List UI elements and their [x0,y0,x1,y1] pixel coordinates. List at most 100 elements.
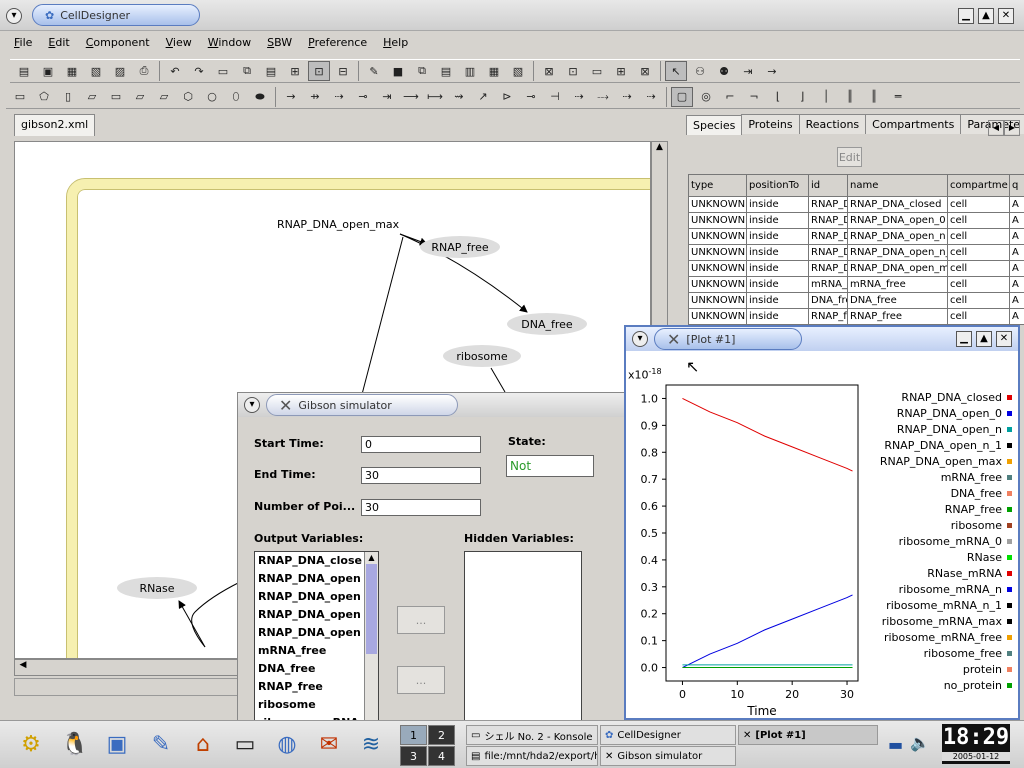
species-rnase[interactable]: RNase [117,577,197,599]
table-cell[interactable]: UNKNOWN [688,244,747,261]
task-plot[interactable]: ✕ [Plot #1] [738,725,878,745]
table-cell[interactable]: UNKNOWN [688,228,747,245]
cut-icon[interactable]: ▭ [212,61,234,81]
print-icon[interactable]: ⎙ [133,61,155,81]
list-item[interactable]: RNAP_DNA_open [255,588,378,606]
close-button[interactable]: ✕ [998,8,1014,24]
column-header-q[interactable]: q [1009,174,1024,197]
list-item[interactable]: RNAP_DNA_close [255,552,378,570]
main-titlebar[interactable]: ▾ ✿ CellDesigner ▁ ▲ ✕ [0,0,1024,31]
inhibition-icon[interactable]: ⊣ [544,87,566,107]
table-cell[interactable]: A [1009,196,1024,213]
square-shape-icon[interactable]: ▢ [671,86,693,107]
table-row[interactable]: UNKNOWN inside RNAP_D RNAP_DNA_open_n cell A [688,228,1024,245]
ion-shape-icon[interactable]: ○ [201,87,223,107]
window-menu-button[interactable]: ▾ [244,397,260,413]
tab-compartments[interactable]: Compartments [865,114,962,134]
export-icon[interactable]: ▨ [109,61,131,81]
gibson-titlebar[interactable]: ▾ ✕ Gibson simulator [238,393,638,417]
table-cell[interactable]: RNAP_D [808,196,848,213]
x-compartment-icon[interactable]: ⊠ [634,61,656,81]
menu-preference[interactable]: Preference [300,36,375,49]
vline-2-icon[interactable]: ║ [839,87,861,107]
minimize-button[interactable]: ▁ [958,8,974,24]
translation-icon[interactable]: ⟶ [400,87,422,107]
list-item[interactable]: ribosome [255,696,378,714]
tab-proteins[interactable]: Proteins [741,114,800,134]
block-icon[interactable]: ■ [387,61,409,81]
list-item[interactable]: mRNA_free [255,642,378,660]
office-icon[interactable]: ≋ [354,727,388,761]
table-cell[interactable]: A [1009,308,1024,325]
scroll-thumb[interactable] [366,564,377,654]
receptor-shape-icon[interactable]: ⬠ [33,87,55,107]
tab-species[interactable]: Species [686,115,743,135]
paste-icon[interactable]: ▤ [260,61,282,81]
list-item[interactable]: RNAP_DNA_open [255,624,378,642]
table-cell[interactable]: inside [746,308,809,325]
known-transition-icon[interactable]: ⇸ [304,87,326,107]
transition-icon[interactable]: ⇥ [737,61,759,81]
table-row[interactable]: UNKNOWN inside mRNA_f mRNA_free cell A [688,276,1024,293]
move-to-output-button[interactable]: ... [397,666,445,694]
table-cell[interactable]: mRNA_f [808,276,848,293]
back-icon[interactable]: ▧ [507,61,529,81]
tux-icon[interactable]: 🐧 [58,727,92,761]
save-as-icon[interactable]: ▧ [85,61,107,81]
phenotype-shape-icon[interactable]: ⬡ [177,87,199,107]
table-cell[interactable]: A [1009,260,1024,277]
copy-icon[interactable]: ⧉ [236,61,258,81]
corner-4-icon[interactable]: ⌋ [791,87,813,107]
column-header-id[interactable]: id [808,174,848,197]
move-to-hidden-button[interactable]: ... [397,606,445,634]
desktop-pager-3[interactable]: 3 [400,746,427,766]
desktop-icon[interactable]: ✎ [144,727,178,761]
omitted-transition-icon[interactable]: ⊸ [352,87,374,107]
table-cell[interactable]: DNA_fre [808,292,848,309]
table-cell[interactable]: cell [947,260,1010,277]
kmail-icon[interactable]: ✉ [312,727,346,761]
konsole-icon[interactable]: ▭ [228,727,262,761]
maximize-button[interactable]: ▲ [978,8,994,24]
table-cell[interactable]: inside [746,244,809,261]
table-cell[interactable]: RNAP_D [808,244,848,261]
trigger-icon[interactable]: ⇢ [568,87,590,107]
task-file-browser[interactable]: ▤ file:/mnt/hda2/export/ho [466,746,598,766]
menu-window[interactable]: Window [200,36,259,49]
table-cell[interactable]: RNAP_D [808,260,848,277]
zoom-fit-icon[interactable]: ⊞ [284,61,306,81]
menu-component[interactable]: Component [78,36,158,49]
table-row[interactable]: UNKNOWN inside RNAP_D RNAP_DNA_open_ma cell A [688,260,1024,277]
close-button[interactable]: ✕ [996,331,1012,347]
plot-titlebar[interactable]: ▾ ✕ [Plot #1] ▁ ▲ ✕ [626,327,1018,351]
grid-icon[interactable]: ⊡ [308,61,330,81]
list-item[interactable]: RNAP_DNA_open [255,606,378,624]
complex-icon[interactable]: ⚇ [689,61,711,81]
list-item[interactable]: RNAP_DNA_open [255,570,378,588]
table-cell[interactable]: A [1009,276,1024,293]
table-cell[interactable]: cell [947,196,1010,213]
cross-compartment-icon[interactable]: ⊞ [610,61,632,81]
number-of-points-field[interactable]: 30 [361,499,481,516]
table-cell[interactable]: A [1009,212,1024,229]
konqueror-icon[interactable]: ◍ [270,727,304,761]
dissociation-icon[interactable]: ↗ [472,87,494,107]
table-cell[interactable]: UNKNOWN [688,292,747,309]
table-cell[interactable]: A [1009,228,1024,245]
table-cell[interactable]: RNAP_DNA_open_n [847,228,948,245]
table-cell[interactable]: A [1009,244,1024,261]
table-cell[interactable]: UNKNOWN [688,308,747,325]
column-header-position[interactable]: positionTo [746,174,809,197]
window-menu-button[interactable]: ▾ [6,8,22,24]
edit-button[interactable]: Edit [837,147,862,167]
menu-help[interactable]: Help [375,36,416,49]
output-variables-list[interactable]: RNAP_DNA_close RNAP_DNA_open RNAP_DNA_op… [254,551,379,723]
scroll-up-arrow[interactable]: ▲ [652,142,667,158]
table-cell[interactable]: inside [746,212,809,229]
rect-compartment-icon[interactable]: ▭ [586,61,608,81]
table-row[interactable]: UNKNOWN inside RNAP_D RNAP_DNA_closed cell A [688,196,1024,213]
species-ribosome[interactable]: ribosome [443,345,521,367]
ion-channel-shape-icon[interactable]: ▯ [57,87,79,107]
end-time-field[interactable]: 30 [361,467,481,484]
table-cell[interactable]: inside [746,260,809,277]
